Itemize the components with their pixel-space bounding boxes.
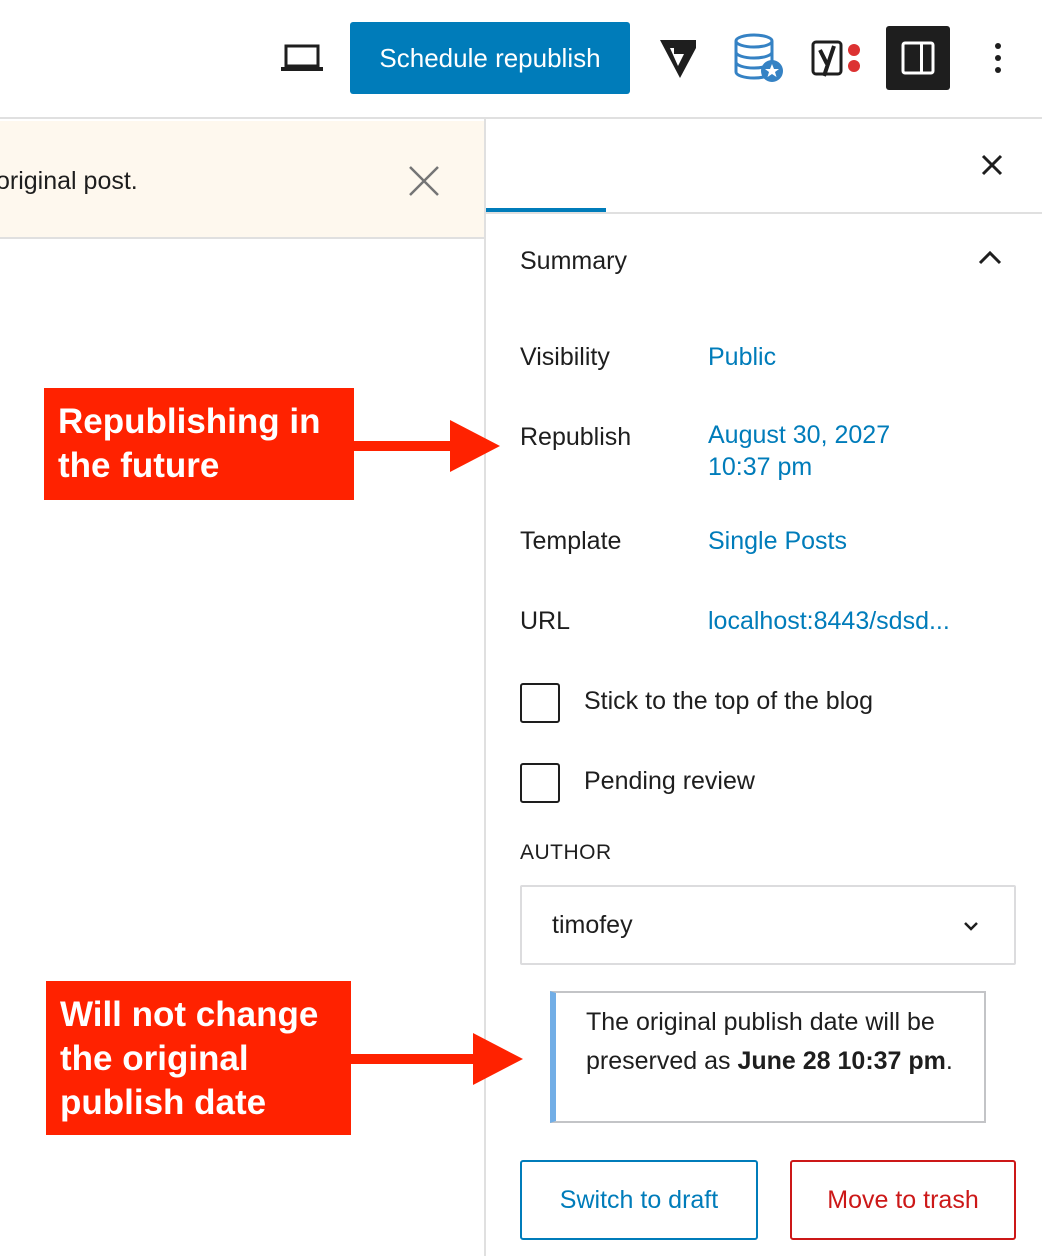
original-date-notice: The original publish date will be preser… [550,991,986,1123]
move-to-trash-button[interactable]: Move to trash [790,1160,1016,1240]
pending-review-checkbox-label[interactable]: Pending review [584,767,755,796]
editor-toolbar: Schedule republish [0,0,1042,119]
close-sidebar-icon[interactable] [976,149,1008,181]
sidebar-tabs [486,119,1042,214]
republish-date-link[interactable]: August 30, 2027 10:37 pm [708,419,890,483]
arrow-right-icon [354,420,500,472]
author-select[interactable]: timofey [520,885,1016,965]
info-suffix: . [945,1047,953,1075]
chevron-up-icon[interactable] [976,245,1004,269]
sticky-checkbox-label[interactable]: Stick to the top of the blog [584,687,873,716]
notice-text: original post. [0,167,138,195]
url-value-link[interactable]: localhost:8443/sdsd... [708,605,950,637]
close-icon[interactable] [406,163,442,199]
annotation-original-date: Will not change the original publish dat… [46,981,351,1135]
switch-to-draft-button[interactable]: Switch to draft [520,1160,758,1240]
republish-date: August 30, 2027 [708,421,891,449]
author-heading: AUTHOR [520,841,612,864]
database-star-icon[interactable] [732,32,786,84]
pending-review-checkbox[interactable] [520,763,560,803]
author-selected-value: timofey [552,911,633,939]
url-label: URL [520,607,571,635]
summary-panel-title[interactable]: Summary [520,247,627,276]
visibility-value-link[interactable]: Public [708,341,776,373]
schedule-republish-button[interactable]: Schedule republish [350,22,630,94]
template-label: Template [520,527,622,555]
editor-notice: original post. [0,121,484,239]
settings-sidebar-toggle-button[interactable] [886,26,950,90]
arrow-right-icon [351,1033,523,1085]
visibility-label: Visibility [520,343,610,371]
chevron-down-icon [964,922,978,931]
sticky-checkbox[interactable] [520,683,560,723]
g-icon[interactable] [658,36,698,80]
republish-label: Republish [520,423,632,451]
original-publish-date: June 28 10:37 pm [737,1047,946,1075]
more-vertical-icon[interactable] [986,40,1010,76]
laptop-icon[interactable] [280,42,324,74]
annotation-republishing-future: Republishing in the future [44,388,354,500]
yoast-icon[interactable] [810,36,866,82]
settings-sidebar: Summary Visibility Public Republish Augu… [484,119,1042,1256]
republish-time: 10:37 pm [708,453,813,481]
template-value-link[interactable]: Single Posts [708,525,847,557]
sidebar-toggle-icon [901,41,935,75]
active-tab-indicator[interactable] [486,208,606,212]
